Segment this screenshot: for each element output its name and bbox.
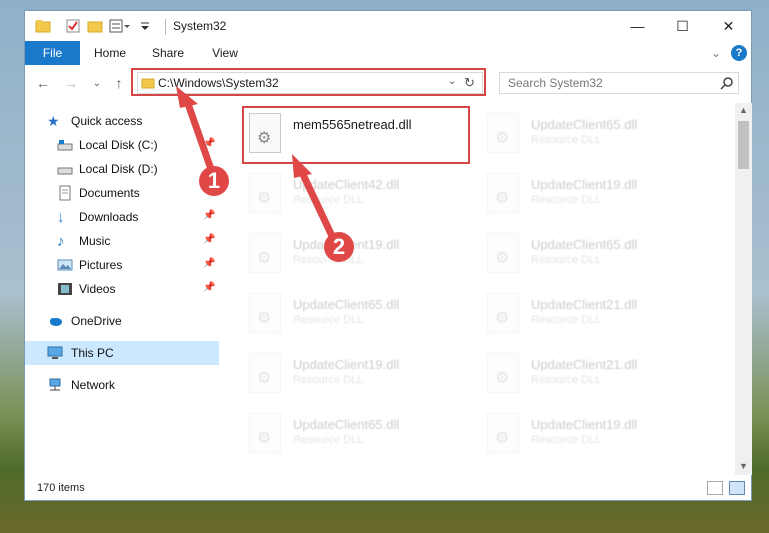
annotation-arrows <box>176 86 336 240</box>
arrow-2 <box>296 164 336 240</box>
arrow-2-head <box>292 154 312 178</box>
step-badge-2: 2 <box>324 232 354 262</box>
arrow-1-head <box>176 86 198 108</box>
arrow-1 <box>182 94 216 176</box>
step-badge-1: 1 <box>199 166 229 196</box>
